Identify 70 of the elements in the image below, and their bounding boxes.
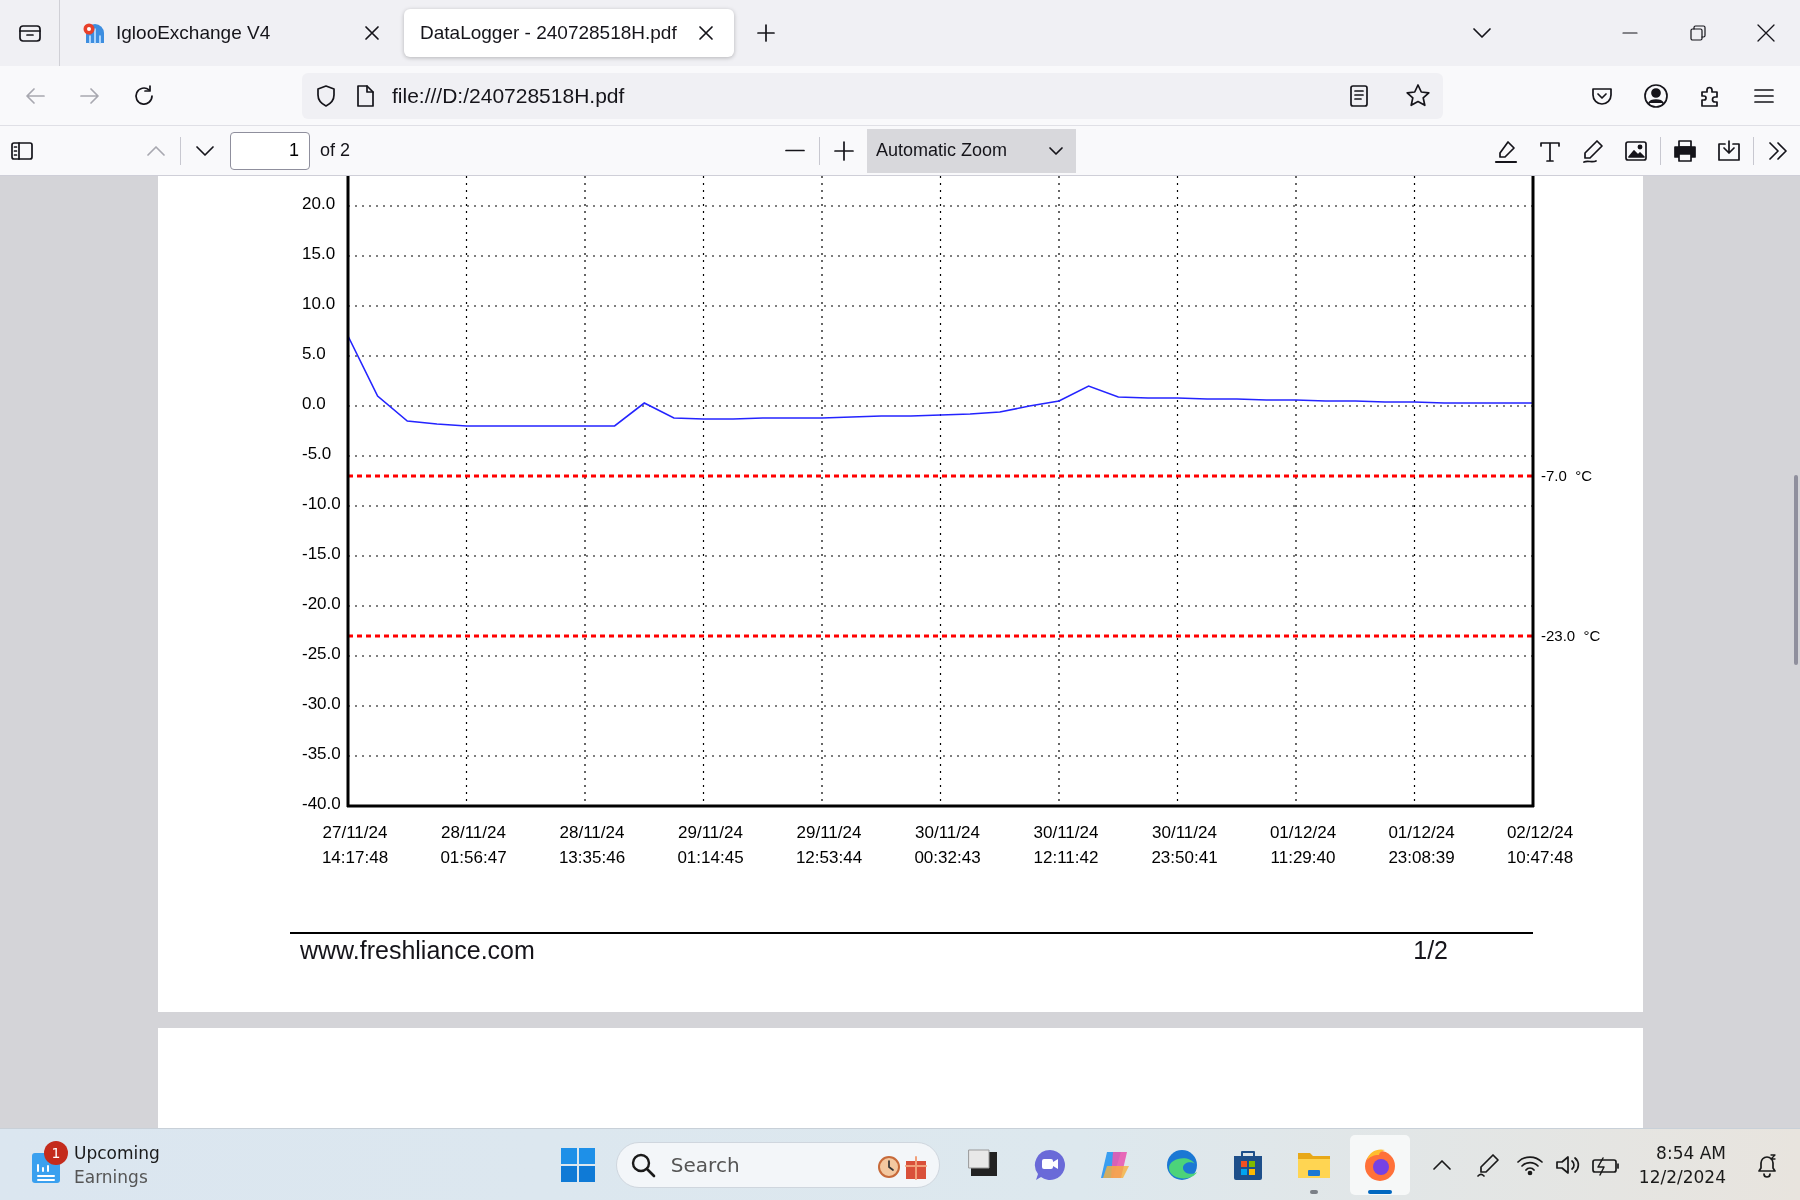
y-tick-label: -5.0 xyxy=(302,444,332,463)
y-tick-label: -35.0 xyxy=(302,744,341,763)
x-tick-label: 28/11/24 01:56:47 xyxy=(440,823,507,866)
sidebar-icon xyxy=(10,140,34,161)
plus-icon xyxy=(754,21,778,45)
url-text: file:///D:/240728518H.pdf xyxy=(392,83,626,108)
widget-title: Upcoming xyxy=(74,1141,160,1165)
star-icon[interactable] xyxy=(1405,82,1431,109)
printer-icon xyxy=(1672,137,1699,164)
x-tick-label: 30/11/24 23:50:41 xyxy=(1151,823,1218,866)
y-tick-label: 10.0 xyxy=(302,294,336,313)
y-tick-label: 20.0 xyxy=(302,194,336,213)
page-number-text: 1/2 xyxy=(1413,936,1448,965)
x-tick-label: 01/12/24 11:29:40 xyxy=(1269,823,1337,866)
page-icon xyxy=(354,83,376,108)
reader-view-icon[interactable] xyxy=(1347,83,1371,108)
website-text: www.freshliance.com xyxy=(300,936,535,965)
address-bar[interactable]: file:///D:/240728518H.pdf xyxy=(302,72,1443,119)
x-tick-label: 29/11/24 12:53:44 xyxy=(795,823,863,866)
y-tick-label: -40.0 xyxy=(302,794,341,813)
plus-icon xyxy=(833,139,856,162)
chevron-up-icon xyxy=(1431,1158,1452,1171)
browser-tab[interactable]: DataLogger - 240728518H.pdf xyxy=(404,9,734,57)
shield-icon[interactable] xyxy=(314,83,338,108)
download-icon xyxy=(1716,137,1743,164)
search-field[interactable]: Search xyxy=(615,1141,940,1188)
y-tick-label: -10.0 xyxy=(302,494,341,513)
pen-icon xyxy=(1474,1151,1501,1178)
account-icon xyxy=(1643,82,1669,109)
widgets-button[interactable]: 1 Upcoming Earnings xyxy=(30,1134,160,1195)
limit-label: -7.0 °C xyxy=(1541,467,1592,484)
page-count: of 2 xyxy=(320,140,351,161)
x-tick-label: 28/11/24 13:35:46 xyxy=(558,823,626,866)
close-icon xyxy=(1756,23,1776,43)
x-tick-label: 27/11/24 14:17:48 xyxy=(321,823,389,866)
limit-label: -23.0 °C xyxy=(1541,627,1601,644)
notification-badge: 1 xyxy=(44,1140,68,1165)
chevron-down-icon xyxy=(1471,26,1493,40)
x-tick-label: 30/11/24 00:32:43 xyxy=(914,823,981,866)
image-icon xyxy=(1624,138,1649,163)
clock-button[interactable]: 8:54 AM 12/2/2024 xyxy=(1638,1140,1726,1189)
chevron-up-icon xyxy=(145,143,167,158)
restore-icon xyxy=(1689,24,1707,42)
chevron-down-icon xyxy=(194,143,216,158)
minimize-icon xyxy=(1622,32,1638,34)
x-tick-label: 30/11/24 12:11:42 xyxy=(1033,823,1099,866)
minus-icon xyxy=(785,149,806,152)
search-icon xyxy=(629,1151,656,1178)
reload-icon xyxy=(132,83,156,108)
clock-time: 8:54 AM xyxy=(1656,1141,1726,1165)
clock-date: 12/2/2024 xyxy=(1638,1165,1726,1189)
windows-logo-icon xyxy=(559,1146,596,1183)
igloo-icon xyxy=(82,21,106,45)
y-tick-label: 5.0 xyxy=(302,344,326,363)
wifi-icon xyxy=(1515,1153,1544,1176)
page-number-field[interactable]: 1 xyxy=(230,131,310,170)
y-tick-label: 15.0 xyxy=(302,244,336,263)
x-tick-label: 29/11/24 01:14:45 xyxy=(677,823,744,866)
y-tick-label: 0.0 xyxy=(302,394,326,413)
y-tick-label: -30.0 xyxy=(302,694,341,713)
x-tick-label: 02/12/24 10:47:48 xyxy=(1506,823,1574,866)
y-tick-label: -20.0 xyxy=(302,594,341,613)
y-tick-label: -15.0 xyxy=(302,544,341,563)
scrollbar-thumb[interactable] xyxy=(1794,475,1798,665)
widget-subtitle: Earnings xyxy=(74,1165,149,1189)
x-tick-label: 01/12/24 23:08:39 xyxy=(1388,823,1455,866)
y-tick-label: -25.0 xyxy=(302,644,341,663)
zoom-select[interactable]: Automatic Zoom xyxy=(867,128,1077,173)
browser-tab[interactable]: IglooExchange V4 xyxy=(66,9,400,57)
caret-icon xyxy=(1048,145,1065,156)
